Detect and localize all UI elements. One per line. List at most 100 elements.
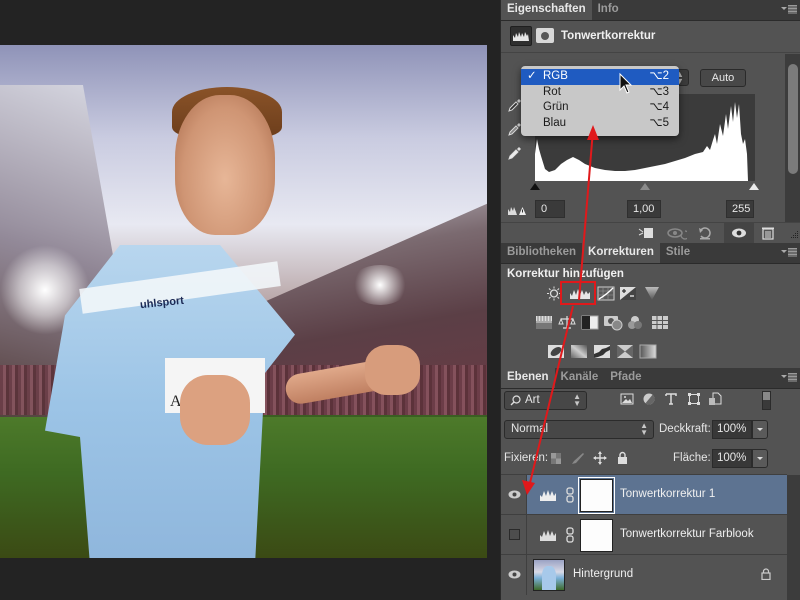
tab-ebenen[interactable]: Ebenen xyxy=(501,367,555,388)
input-gamma-field[interactable]: 1,00 xyxy=(627,200,661,218)
layers-scrollbar[interactable] xyxy=(787,475,800,600)
menu-item-shortcut: ⌥4 xyxy=(649,101,669,113)
channel-mixer-icon[interactable] xyxy=(626,315,644,330)
trash-icon[interactable] xyxy=(760,226,776,240)
tab-eigenschaften[interactable]: Eigenschaften xyxy=(501,0,592,20)
input-white-field[interactable]: 255 xyxy=(726,200,754,218)
link-chain-icon[interactable] xyxy=(566,527,574,543)
visibility-empty-box xyxy=(509,529,520,540)
menu-item-rgb[interactable]: ✓ RGB ⌥2 xyxy=(521,69,679,85)
panel-menu-icon[interactable] xyxy=(781,4,797,16)
panel-menu-icon[interactable] xyxy=(781,372,797,384)
black-white-icon[interactable] xyxy=(581,315,599,330)
gamma-input-slider[interactable] xyxy=(640,183,650,190)
menu-item-shortcut: ⌥5 xyxy=(649,116,669,129)
opacity-label: Deckkraft: xyxy=(659,423,711,435)
lock-image-pixels-icon[interactable] xyxy=(571,452,585,465)
resize-grip-icon[interactable] xyxy=(789,231,799,241)
photo-filter-icon[interactable] xyxy=(603,313,623,331)
color-lookup-icon[interactable] xyxy=(651,315,669,330)
auto-button[interactable]: Auto xyxy=(700,69,746,87)
layer-row[interactable]: Tonwertkorrektur Farblook xyxy=(501,514,787,555)
layer-visibility-toggle[interactable] xyxy=(501,515,527,555)
hue-saturation-icon[interactable] xyxy=(535,315,553,330)
fill-label: Fläche: xyxy=(673,452,711,464)
panel-menu-icon[interactable] xyxy=(781,247,797,259)
selective-color-icon[interactable] xyxy=(616,344,634,359)
link-chain-icon[interactable] xyxy=(566,487,574,503)
lock-position-icon[interactable] xyxy=(593,451,607,465)
document-image[interactable]: AST uhlsport xyxy=(0,45,487,558)
white-input-slider[interactable] xyxy=(749,183,759,190)
tab-bibliotheken[interactable]: Bibliotheken xyxy=(501,242,582,263)
layer-name[interactable]: Tonwertkorrektur 1 xyxy=(620,488,715,500)
tab-korrekturen[interactable]: Korrekturen xyxy=(582,242,660,263)
layer-mask-thumbnail[interactable] xyxy=(578,477,615,514)
black-input-slider[interactable] xyxy=(530,183,540,190)
menu-item-rot[interactable]: Rot ⌥3 xyxy=(521,85,679,101)
smart-object-filter-icon[interactable] xyxy=(708,392,722,406)
lock-all-icon[interactable] xyxy=(617,451,628,465)
adjustment-layer-filter-icon[interactable] xyxy=(642,392,656,406)
lock-transparent-pixels-icon[interactable] xyxy=(550,452,562,465)
pixel-layer-filter-icon[interactable] xyxy=(620,392,634,406)
levels-icon[interactable] xyxy=(510,26,532,46)
invert-icon[interactable] xyxy=(547,344,565,359)
type-layer-filter-icon[interactable] xyxy=(664,392,678,406)
layer-mask-thumbnail[interactable] xyxy=(580,519,613,552)
reset-icon[interactable] xyxy=(697,226,713,240)
curves-icon[interactable] xyxy=(597,286,615,301)
posterize-icon[interactable] xyxy=(570,344,588,359)
layer-row[interactable]: Hintergrund xyxy=(501,554,787,595)
tab-pfade[interactable]: Pfade xyxy=(604,367,647,388)
opacity-field[interactable]: 100% xyxy=(712,420,752,439)
fill-field[interactable]: 100% xyxy=(712,449,752,468)
view-previous-state-icon[interactable] xyxy=(667,226,687,240)
floodlight xyxy=(350,265,410,305)
properties-header: Tonwertkorrektur xyxy=(501,21,800,53)
layers-tabbar: Ebenen Kanäle Pfade xyxy=(501,367,800,389)
white-point-eyedropper-icon[interactable] xyxy=(508,146,522,160)
exposure-icon[interactable] xyxy=(619,286,637,301)
channel-dropdown-menu: ✓ RGB ⌥2 Rot ⌥3 Grün ⌥4 Blau ⌥5 xyxy=(521,66,679,136)
select-arrows-icon: ▲ ▼ xyxy=(640,421,648,437)
shape-layer-filter-icon[interactable] xyxy=(687,392,701,406)
menu-item-label: Rot xyxy=(543,85,561,98)
gradient-map-icon[interactable] xyxy=(639,344,657,359)
black-point-eyedropper-icon[interactable] xyxy=(508,98,522,112)
blend-mode-select[interactable]: Normal ▲ ▼ xyxy=(504,420,654,439)
tab-stile[interactable]: Stile xyxy=(660,242,696,263)
visibility-eye-icon xyxy=(732,228,746,238)
layer-image-thumbnail[interactable] xyxy=(533,559,565,591)
layer-visibility-toggle[interactable] xyxy=(501,475,527,515)
levels-icon xyxy=(540,490,556,501)
layer-visibility-toggle[interactable] xyxy=(501,555,527,595)
opacity-dropdown-button[interactable] xyxy=(752,420,768,439)
menu-item-gruen[interactable]: Grün ⌥4 xyxy=(521,100,679,116)
vibrance-icon[interactable] xyxy=(643,286,661,301)
checkmark-icon: ✓ xyxy=(527,70,537,82)
threshold-icon[interactable] xyxy=(593,344,611,359)
blend-mode-value: Normal xyxy=(511,423,549,435)
gray-point-eyedropper-icon[interactable] xyxy=(508,122,522,136)
layer-filter-select[interactable]: Art ▲ ▼ xyxy=(504,391,587,410)
clipping-warning-icon[interactable] xyxy=(507,204,527,216)
layer-name[interactable]: Tonwertkorrektur Farblook xyxy=(620,528,754,540)
clip-to-layer-icon[interactable] xyxy=(638,226,654,240)
menu-item-blau[interactable]: Blau ⌥5 xyxy=(521,116,679,132)
tab-kanaele[interactable]: Kanäle xyxy=(555,367,605,388)
layer-row[interactable]: Tonwertkorrektur 1 xyxy=(501,474,787,515)
color-balance-icon[interactable] xyxy=(558,315,576,330)
tab-info[interactable]: Info xyxy=(592,0,625,20)
layer-name[interactable]: Hintergrund xyxy=(573,568,633,580)
input-black-field[interactable]: 0 xyxy=(535,200,565,218)
fill-dropdown-button[interactable] xyxy=(752,449,768,468)
visibility-eye-button[interactable] xyxy=(724,223,754,243)
document-canvas-area[interactable]: AST uhlsport xyxy=(0,0,500,600)
eye-icon xyxy=(508,490,521,499)
lock-label: Fixieren: xyxy=(504,452,549,464)
layer-mask-icon[interactable] xyxy=(536,28,554,43)
properties-scrollbar-thumb[interactable] xyxy=(788,64,798,174)
properties-footer xyxy=(501,222,800,243)
layer-filter-toggle[interactable] xyxy=(762,391,771,410)
